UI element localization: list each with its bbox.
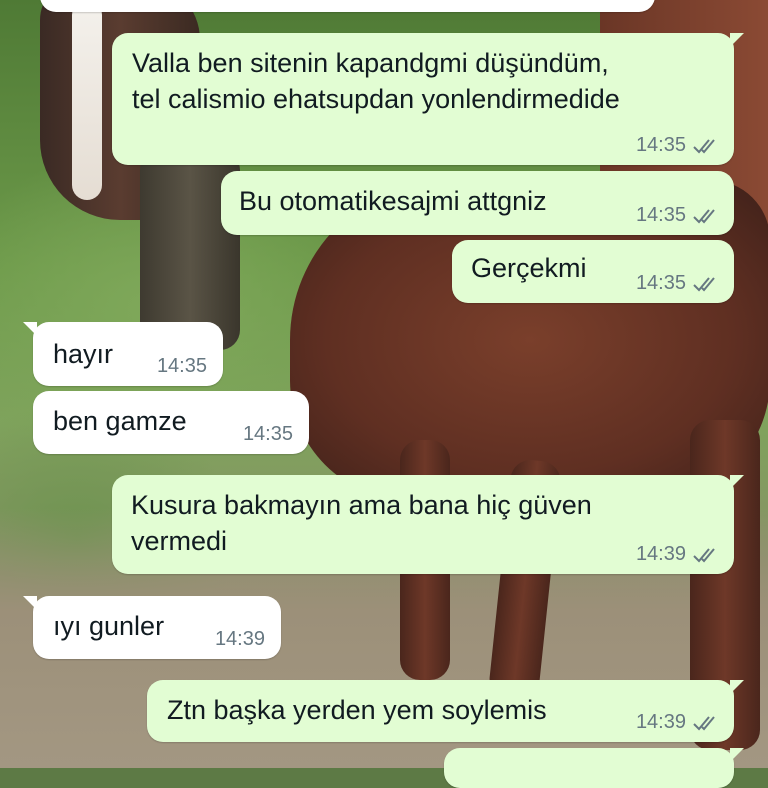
double-check-icon xyxy=(692,714,718,732)
message-bubble-incoming[interactable]: ben gamze 14:35 xyxy=(33,391,309,454)
message-text: tel calismio ehatsupdan yonlendirmedide xyxy=(132,84,620,114)
message-text: Kusura bakmayın ama bana hiç güven xyxy=(131,490,592,520)
message-bubble-incoming[interactable]: ıyı gunler 14:39 xyxy=(23,596,281,659)
message-text: Valla ben sitenin kapandgmi düşündüm, xyxy=(132,48,609,78)
message-text: vermedi xyxy=(131,526,228,556)
message-meta: 14:35 xyxy=(636,204,718,227)
message-meta: 14:39 xyxy=(636,711,718,734)
message-text: Ztn başka yerden yem soylemis xyxy=(167,695,547,725)
message-time: 14:35 xyxy=(635,204,686,226)
message-meta: 14:35 xyxy=(636,134,718,157)
message-time: 14:39 xyxy=(635,543,686,565)
message-time: 14:39 xyxy=(214,628,265,650)
double-check-icon xyxy=(692,275,718,293)
message-list[interactable]: Valla ben sitenin kapandgmi düşündüm, te… xyxy=(0,0,768,788)
message-bubble-outgoing[interactable]: Valla ben sitenin kapandgmi düşündüm, te… xyxy=(112,33,744,165)
message-text: Bu otomatikesajmi attgniz xyxy=(239,186,547,216)
message-meta: 14:35 xyxy=(243,423,293,446)
message-bubble-outgoing[interactable]: Bu otomatikesajmi attgniz 14:35 xyxy=(221,171,734,235)
message-time: 14:35 xyxy=(635,134,686,156)
message-bubble-outgoing[interactable]: Gerçekmi 14:35 xyxy=(452,240,734,303)
message-text: Gerçekmi xyxy=(471,253,587,283)
message-time: 14:35 xyxy=(635,272,686,294)
message-meta: 14:39 xyxy=(215,628,265,651)
message-bubble-partial[interactable] xyxy=(40,0,655,12)
message-time: 14:39 xyxy=(635,711,686,733)
double-check-icon xyxy=(692,546,718,564)
message-meta: 14:35 xyxy=(636,272,718,295)
message-bubble-partial[interactable] xyxy=(444,748,744,788)
message-time: 14:35 xyxy=(242,423,293,445)
double-check-icon xyxy=(692,207,718,225)
message-text: ben gamze xyxy=(53,406,187,436)
message-text: ıyı gunler xyxy=(53,611,165,641)
message-bubble-incoming[interactable]: hayır 14:35 xyxy=(23,322,223,386)
message-bubble-outgoing[interactable]: Ztn başka yerden yem soylemis 14:39 xyxy=(147,680,744,742)
message-time: 14:35 xyxy=(156,355,207,377)
double-check-icon xyxy=(692,137,718,155)
message-bubble-outgoing[interactable]: Kusura bakmayın ama bana hiç güven verme… xyxy=(112,475,744,574)
message-meta: 14:39 xyxy=(636,543,718,566)
message-text: hayır xyxy=(53,339,114,369)
message-meta: 14:35 xyxy=(157,355,207,378)
